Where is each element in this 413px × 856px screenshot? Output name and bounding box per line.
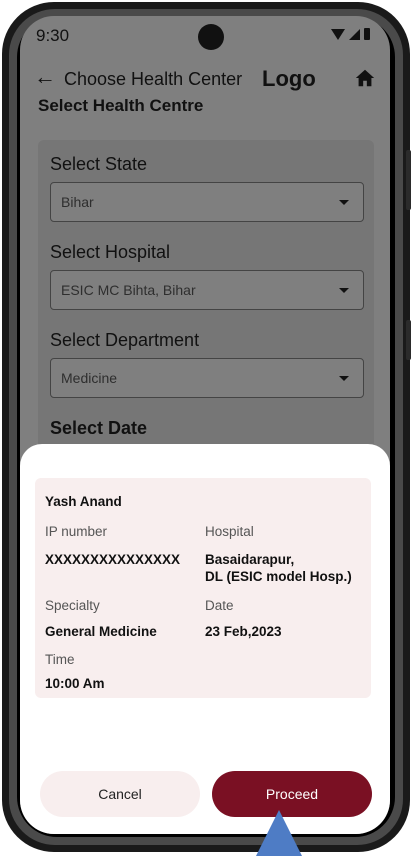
pointer-arrow-icon: [256, 810, 302, 856]
dropdown-icon: [339, 288, 349, 293]
wifi-icon: [331, 28, 345, 40]
cancel-button[interactable]: Cancel: [40, 771, 200, 817]
hospital-value-line2: DL (ESIC model Hosp.): [205, 569, 352, 584]
date-label: Select Date: [50, 418, 148, 438]
state-label: Select State: [50, 154, 148, 174]
patient-name: Yash Anand: [45, 494, 122, 509]
section-title: Select Health Centre: [38, 96, 204, 115]
specialty-label: Specialty: [45, 598, 100, 613]
hospital-value: ESIC MC Bihta, Bihar: [61, 282, 196, 298]
status-icons: [331, 28, 370, 40]
ip-number-label: IP number: [45, 524, 108, 539]
selection-form: Select State Bihar Select Hospital ESIC …: [38, 140, 374, 470]
hospital-label: Select Hospital: [50, 242, 171, 262]
status-time: 9:30: [36, 26, 70, 45]
app-logo: Logo: [262, 66, 316, 91]
status-bar: 9:30: [20, 16, 390, 58]
volume-button: [406, 150, 411, 210]
hospital-value-line1: Basaidarapur,: [205, 552, 295, 567]
page-title: Choose Health Center: [64, 69, 243, 89]
ip-number-value: XXXXXXXXXXXXXXX: [45, 552, 181, 567]
phone-screen: 9:30 ← Choose Health Center Logo Select …: [20, 16, 390, 834]
hospital-select[interactable]: ESIC MC Bihta, Bihar: [50, 270, 364, 310]
time-value: 10:00 Am: [45, 676, 105, 691]
confirmation-bottom-sheet: Yash Anand IP number Hospital XXXXXXXXXX…: [20, 444, 390, 834]
app-bar: ← Choose Health Center Logo: [20, 60, 390, 100]
power-button: [406, 320, 411, 360]
signal-icon: [349, 28, 360, 40]
state-value: Bihar: [61, 194, 94, 210]
front-camera: [198, 24, 224, 50]
department-label: Select Department: [50, 330, 200, 350]
home-icon[interactable]: [354, 67, 376, 89]
appointment-summary-card: Yash Anand IP number Hospital XXXXXXXXXX…: [35, 478, 371, 698]
dropdown-icon: [339, 200, 349, 205]
back-arrow-icon[interactable]: ←: [34, 66, 56, 88]
hospital-label: Hospital: [205, 524, 254, 539]
dropdown-icon: [339, 376, 349, 381]
date-value: 23 Feb,2023: [205, 624, 282, 639]
specialty-value: General Medicine: [45, 624, 157, 639]
battery-icon: [364, 28, 370, 40]
time-label: Time: [45, 652, 75, 667]
department-value: Medicine: [61, 370, 118, 386]
department-select[interactable]: Medicine: [50, 358, 364, 398]
state-select[interactable]: Bihar: [50, 182, 364, 222]
date-label: Date: [205, 598, 234, 613]
